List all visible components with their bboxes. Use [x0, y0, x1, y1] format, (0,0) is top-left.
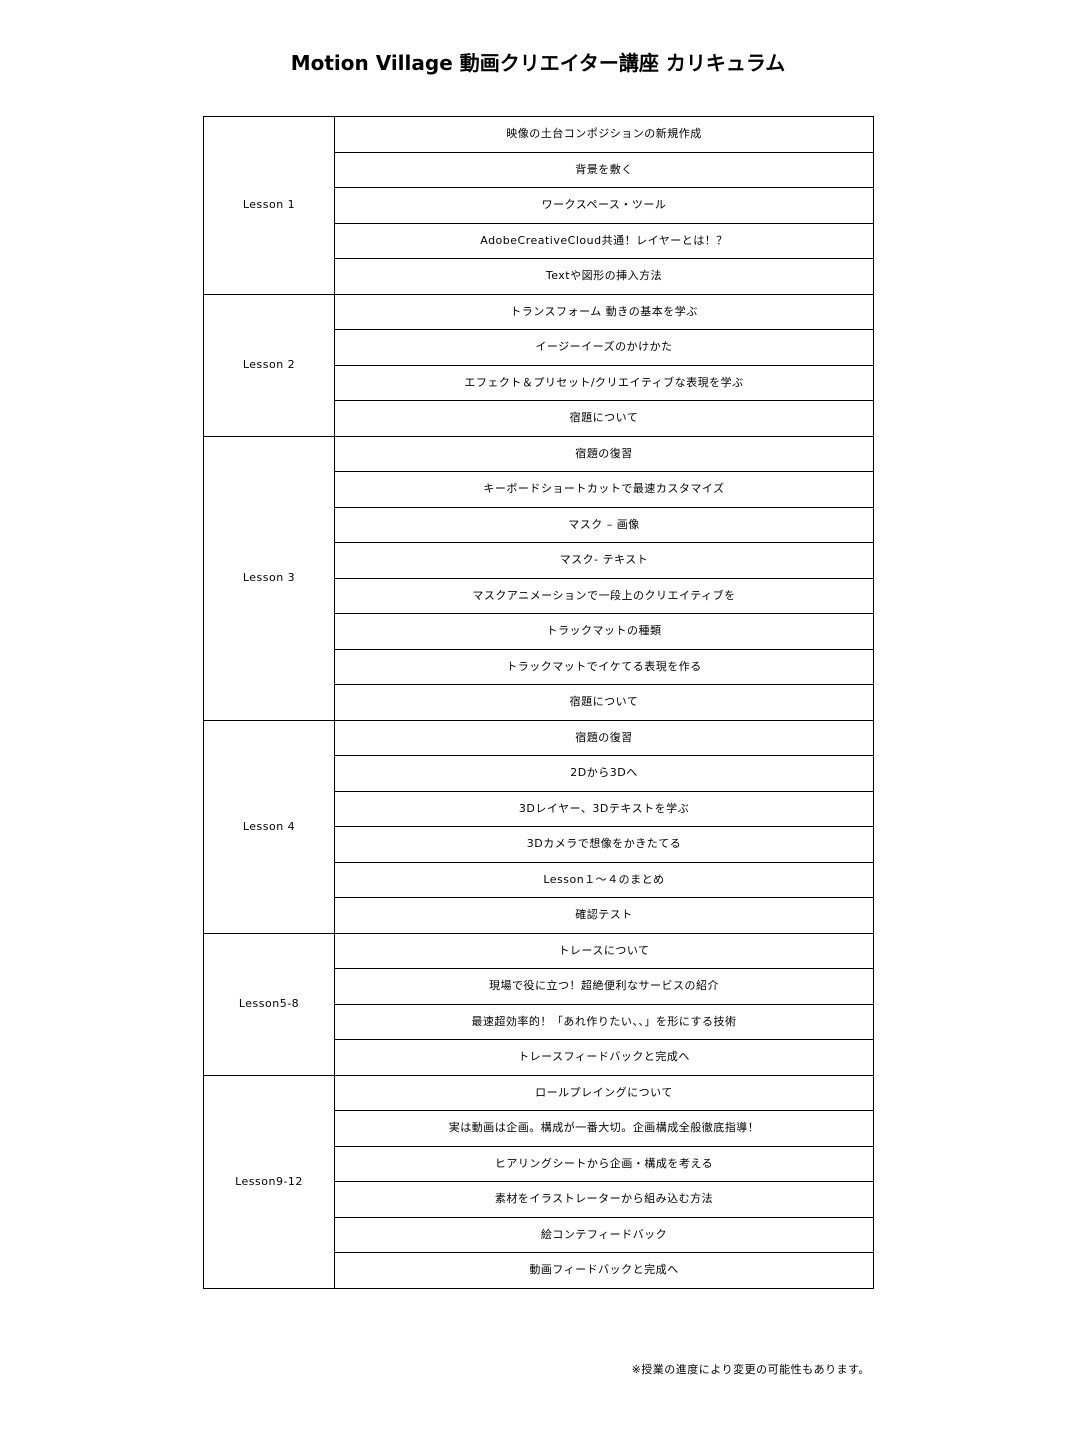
topic-cell: 2Dから3Dへ	[334, 755, 874, 792]
topic-cell: ワークスペース・ツール	[334, 187, 874, 224]
footnote: ※授業の進度により変更の可能性もあります。	[631, 1363, 870, 1376]
topic-cell: トレースフィードバックと完成へ	[334, 1039, 874, 1076]
table-row: Lesson9-12 ロールプレイングについて	[203, 1074, 874, 1289]
topic-cell: ロールプレイングについて	[334, 1074, 874, 1111]
lesson-name-cell: Lesson 2	[203, 293, 335, 437]
lesson-name-cell: Lesson 4	[203, 719, 335, 934]
topic-cell: トランスフォーム 動きの基本を学ぶ	[334, 293, 874, 330]
topic-cell: マスクアニメーションで一段上のクリエイティブを	[334, 577, 874, 614]
table-row: Lesson 3 宿題の復習	[203, 435, 874, 721]
table-row: Lesson 4 宿題の復習	[203, 719, 874, 934]
table-row: Lesson 1 映像の土台コンポジションの新規作成	[203, 116, 874, 295]
topic-cell: 背景を敷く	[334, 151, 874, 188]
curriculum-table: Lesson 1 映像の土台コンポジションの新規作成 背景を敷く ワークスペース・ツー…	[203, 116, 874, 1289]
topic-cell: 最速超効率的！「あれ作りたい、、」を形にする技術	[334, 1003, 874, 1040]
topic-cell: Textや図形の挿入方法	[334, 258, 874, 295]
lesson-name-cell: Lesson9-12	[203, 1074, 335, 1289]
topic-cell: キーボードショートカットで最速カスタマイズ	[334, 471, 874, 508]
topic-cell: 宿題について	[334, 684, 874, 721]
topic-cell: 3Dレイヤー、3Dテキストを学ぶ	[334, 790, 874, 827]
topic-cell: 映像の土台コンポジションの新規作成	[334, 116, 874, 153]
topic-cell: マスク – 画像	[334, 506, 874, 543]
topic-cell: 絵コンテフィードバック	[334, 1216, 874, 1253]
topic-cell: マスク- テキスト	[334, 542, 874, 579]
topic-cell: イージーイーズのかけかた	[334, 329, 874, 366]
table-row: Lesson 2 トランスフォーム 動きの基本を学ぶ	[203, 293, 874, 437]
table-row: Lesson5-8 トレースについて	[203, 932, 874, 1076]
topic-cell: AdobeCreativeCloud共通！レイヤーとは！？	[334, 222, 874, 259]
topic-cell: 宿題の復習	[334, 719, 874, 756]
topic-cell: 素材をイラストレーターから組み込む方法	[334, 1181, 874, 1218]
lesson-name-cell: Lesson5-8	[203, 932, 335, 1076]
curriculum-table-body: Lesson 1 映像の土台コンポジションの新規作成 背景を敷く ワークスペース・ツー…	[203, 116, 874, 1289]
topic-cell: Lesson１～４のまとめ	[334, 861, 874, 898]
lesson-name-cell: Lesson 1	[203, 116, 335, 295]
topic-cell: トレースについて	[334, 932, 874, 969]
topic-cell: 現場で役に立つ！超絶便利なサービスの紹介	[334, 968, 874, 1005]
topic-cell: トラックマットの種類	[334, 613, 874, 650]
topic-cell: ヒアリングシートから企画・構成を考える	[334, 1145, 874, 1182]
lesson-name-cell: Lesson 3	[203, 435, 335, 721]
topic-cell: 宿題について	[334, 400, 874, 437]
topic-cell: 実は動画は企画。構成が一番大切。企画構成全般徹底指導！	[334, 1110, 874, 1147]
topic-cell: 3Dカメラで想像をかきたてる	[334, 826, 874, 863]
page-title: Motion Village 動画クリエイター講座 カリキュラム	[290, 51, 786, 75]
topic-cell: 確認テスト	[334, 897, 874, 934]
topic-cell: トラックマットでイケてる表現を作る	[334, 648, 874, 685]
topic-cell: 宿題の復習	[334, 435, 874, 472]
topic-cell: エフェクト＆プリセット/クリエイティブな表現を学ぶ	[334, 364, 874, 401]
topic-cell: 動画フィードバックと完成へ	[334, 1252, 874, 1289]
